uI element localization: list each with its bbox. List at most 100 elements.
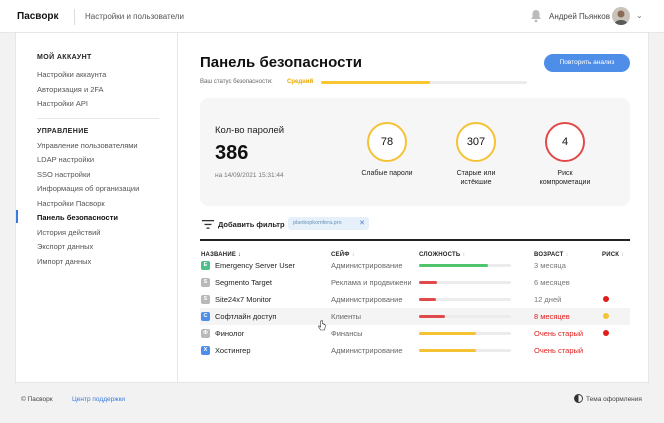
risk-indicator (603, 313, 609, 319)
entry-safe[interactable]: Финансы (331, 329, 411, 338)
sidebar-item-auth-2fa[interactable]: Авторизация и 2FA (37, 85, 104, 94)
complexity-bar (419, 315, 511, 318)
complexity-bar (419, 264, 511, 267)
section-title: Настройки и пользователи (85, 12, 184, 21)
entry-icon: E (201, 261, 210, 270)
entry-age: 6 месяцев (534, 278, 570, 287)
sidebar-item-export[interactable]: Экспорт данных (37, 242, 93, 251)
sidebar-item-history[interactable]: История действий (37, 228, 100, 237)
sidebar: МОЙ АККАУНТ Настройки аккаунта Авторизац… (16, 33, 178, 383)
entry-name[interactable]: Хостингер (215, 346, 251, 355)
sidebar-item-ldap[interactable]: LDAP настройки (37, 155, 94, 164)
entry-icon: S (201, 295, 210, 304)
complexity-fill (419, 332, 477, 335)
summary-card: Кол-во паролей 386 на 14/09/2021 15:31:4… (200, 98, 630, 206)
filter-icon[interactable] (202, 220, 214, 229)
entry-age: 8 месяцев (534, 312, 570, 321)
theme-toggle[interactable]: Тема оформления (586, 396, 642, 403)
entry-age: Очень старый (534, 346, 584, 355)
copyright: © Пасворк (21, 396, 53, 403)
divider (37, 118, 159, 119)
complexity-fill (419, 281, 438, 284)
risk-indicator (603, 296, 609, 302)
compromise-risk-circle[interactable]: 4 (545, 122, 585, 162)
content-panel: МОЙ АККАУНТ Настройки аккаунта Авторизац… (15, 33, 649, 383)
entry-safe[interactable]: Клиенты (331, 312, 411, 321)
chevron-down-icon[interactable]: ⌄ (636, 11, 643, 20)
repeat-analysis-button[interactable]: Повторить анализ (544, 54, 630, 72)
password-count-label: Кол-во паролей (215, 125, 285, 136)
footer: © Пасворк Центр поддержки Тема оформлени… (0, 388, 664, 423)
old-passwords-label-text: Старые или истёкшие (456, 170, 496, 186)
sidebar-item-security-dashboard[interactable]: Панель безопасности (37, 213, 118, 222)
complexity-bar (419, 349, 511, 352)
divider (74, 9, 75, 25)
top-bar: Пасворк Настройки и пользователи Андрей … (0, 0, 664, 33)
table-row[interactable]: С Софтлайн доступ Клиенты 8 месяцев (200, 308, 630, 325)
count-date: на 14/09/2021 15:31:44 (215, 172, 284, 179)
user-name[interactable]: Андрей Пьянков (549, 12, 610, 21)
mouse-cursor-icon (318, 320, 326, 331)
complexity-bar (419, 298, 511, 301)
close-icon[interactable]: ✕ (359, 217, 365, 230)
entry-safe[interactable]: Администрирование (331, 295, 411, 304)
brand-logo[interactable]: Пасворк (17, 11, 59, 22)
entry-name[interactable]: Финолог (215, 329, 244, 338)
sidebar-item-api[interactable]: Настройки API (37, 99, 88, 108)
security-status-label: Ваш статус безопасности: (200, 79, 273, 85)
table-top-rule (200, 239, 630, 241)
entry-icon: S (201, 278, 210, 287)
filter-chip[interactable]: plankopkomfera.pro ✕ (288, 217, 369, 230)
weak-passwords-circle[interactable]: 78 (367, 122, 407, 162)
entry-safe[interactable]: Администрирование (331, 346, 411, 355)
entry-name[interactable]: Emergency Server User (215, 261, 295, 270)
old-passwords-circle[interactable]: 307 (456, 122, 496, 162)
entry-name[interactable]: Site24x7 Monitor (215, 295, 271, 304)
security-status-bar (321, 81, 527, 84)
table-row[interactable]: X Хостингер Администрирование Очень старый (200, 342, 630, 359)
bell-icon[interactable] (530, 9, 542, 23)
compromise-risk-label-text: Риск компрометации (539, 170, 591, 186)
compromise-risk-label: Риск компрометации (525, 169, 605, 187)
entry-age: 12 дней (534, 295, 562, 304)
entry-name[interactable]: Segmento Target (215, 278, 272, 287)
old-passwords-label: Старые или истёкшие (436, 169, 516, 187)
entry-age: Очень старый (534, 329, 584, 338)
risk-indicator (603, 330, 609, 336)
password-count: 386 (215, 142, 249, 164)
sidebar-item-org-info[interactable]: Информация об организации (37, 184, 139, 193)
table-row[interactable]: Ф Финолог Финансы Очень старый (200, 325, 630, 342)
sidebar-heading-account: МОЙ АККАУНТ (37, 54, 92, 61)
entry-safe[interactable]: Администрирование (331, 261, 411, 270)
main-content: Панель безопасности Повторить анализ Ваш… (179, 33, 650, 383)
complexity-bar (419, 332, 511, 335)
active-indicator (16, 210, 18, 223)
table-row[interactable]: E Emergency Server User Администрирование 3… (200, 257, 630, 274)
complexity-fill (419, 298, 436, 301)
entry-age: 3 месяца (534, 261, 566, 270)
support-link[interactable]: Центр поддержки (72, 396, 125, 403)
entry-safe[interactable]: Реклама и продвижение (331, 278, 411, 287)
theme-icon[interactable] (574, 394, 583, 403)
entry-icon: Ф (201, 329, 210, 338)
filter-chip-label: plankopkomfera.pro (293, 220, 342, 226)
security-status-fill (321, 81, 431, 84)
sidebar-item-account-settings[interactable]: Настройки аккаунта (37, 70, 106, 79)
table-row[interactable]: S Site24x7 Monitor Администрирование 12 дне… (200, 291, 630, 308)
add-filter-button[interactable]: Добавить фильтр (218, 220, 285, 229)
entry-icon: X (201, 346, 210, 355)
table-row[interactable]: S Segmento Target Реклама и продвижение 6 м… (200, 274, 630, 291)
sidebar-item-sso[interactable]: SSO настройки (37, 170, 90, 179)
sidebar-heading-manage: УПРАВЛЕНИЕ (37, 128, 89, 135)
complexity-fill (419, 315, 445, 318)
page-title: Панель безопасности (200, 54, 362, 71)
sidebar-item-import[interactable]: Импорт данных (37, 257, 91, 266)
weak-passwords-label: Слабые пароли (361, 170, 413, 177)
avatar[interactable] (612, 7, 630, 25)
sidebar-item-passwork-settings[interactable]: Настройки Пасворк (37, 199, 105, 208)
complexity-fill (419, 264, 488, 267)
security-status-value: Средний (287, 79, 314, 85)
sidebar-item-users[interactable]: Управление пользователями (37, 141, 138, 150)
entry-name[interactable]: Софтлайн доступ (215, 312, 276, 321)
entry-icon: С (201, 312, 210, 321)
